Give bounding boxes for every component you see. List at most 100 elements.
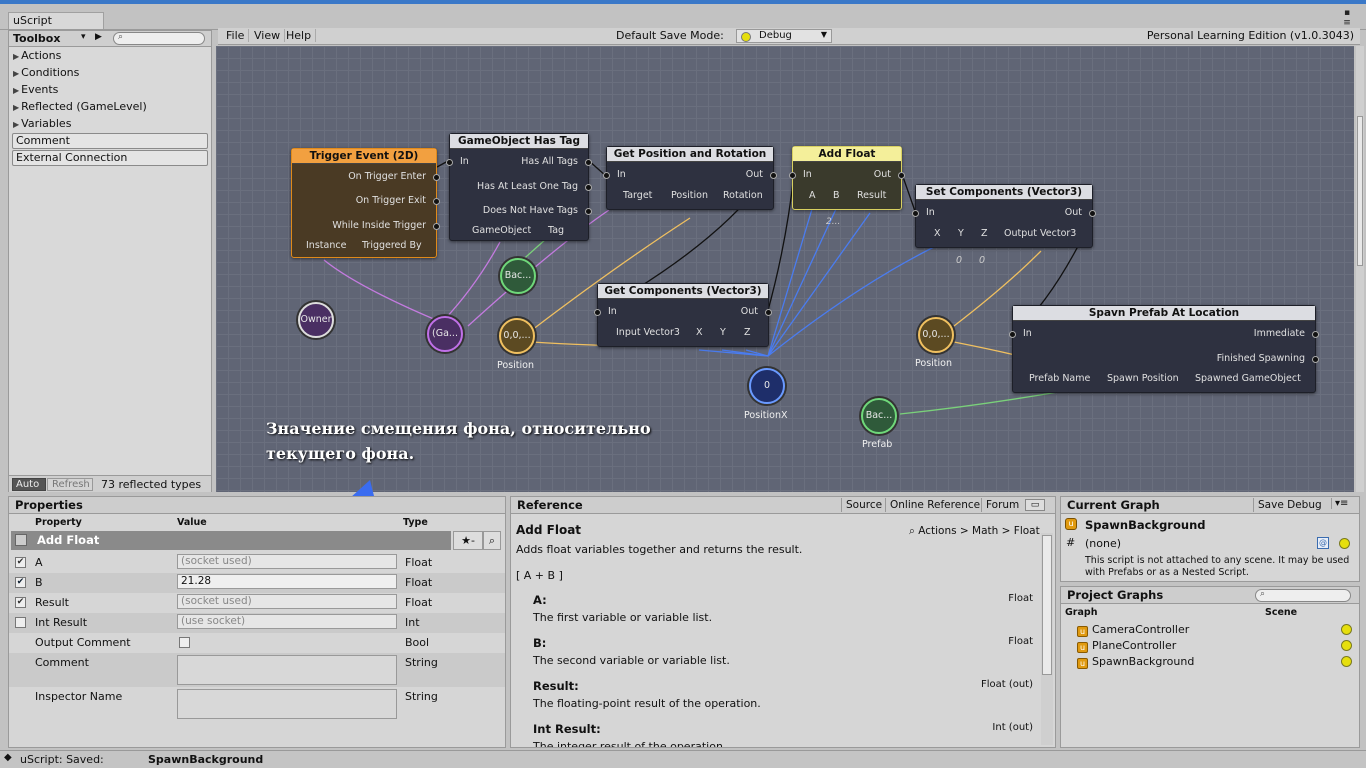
canvas-scrollbar[interactable] bbox=[1356, 46, 1364, 492]
output-socket[interactable] bbox=[433, 174, 440, 181]
comment-button[interactable]: Comment bbox=[12, 133, 208, 149]
input-socket[interactable] bbox=[446, 159, 453, 166]
save-mode-select[interactable]: Debug ▼ bbox=[736, 29, 832, 43]
inspector-name-input[interactable] bbox=[177, 689, 397, 719]
section-body: The floating-point result of the operati… bbox=[533, 697, 761, 710]
socket-label: Output Vector3 bbox=[1004, 228, 1077, 239]
socket-label: Out bbox=[873, 169, 891, 180]
property-checkbox[interactable] bbox=[15, 617, 26, 628]
input-socket[interactable] bbox=[594, 309, 601, 316]
output-socket[interactable] bbox=[1312, 356, 1319, 363]
property-checkbox[interactable]: ✔ bbox=[15, 577, 26, 588]
property-checkbox[interactable]: ✔ bbox=[15, 597, 26, 608]
tree-item-conditions[interactable]: ▶ Conditions bbox=[13, 66, 79, 82]
socket-label: Result bbox=[857, 190, 887, 201]
set-y-default: 0 bbox=[956, 255, 963, 266]
output-socket[interactable] bbox=[1312, 331, 1319, 338]
project-graphs-search-input[interactable]: ⌕ bbox=[1255, 589, 1351, 602]
input-socket[interactable] bbox=[912, 210, 919, 217]
section-heading: Int Result: bbox=[533, 722, 601, 736]
external-connection-button[interactable]: External Connection bbox=[12, 150, 208, 166]
col-value: Value bbox=[177, 517, 207, 528]
node-gameobject-has-tag[interactable]: GameObject Has Tag In Has All Tags Has A… bbox=[446, 133, 592, 241]
scrollbar-thumb[interactable] bbox=[1042, 535, 1052, 675]
save-debug-button[interactable]: Save Debug bbox=[1253, 498, 1326, 512]
menu-view[interactable]: View bbox=[250, 29, 286, 42]
output-socket[interactable] bbox=[770, 172, 777, 179]
output-comment-checkbox[interactable] bbox=[179, 637, 190, 648]
property-checkbox[interactable]: ✔ bbox=[15, 557, 26, 568]
input-socket[interactable] bbox=[1009, 331, 1016, 338]
refresh-button[interactable]: Refresh bbox=[47, 478, 93, 491]
tree-item-actions[interactable]: ▶ Actions bbox=[13, 49, 61, 65]
group-checkbox[interactable] bbox=[15, 534, 27, 546]
node-spawn-prefab-at-location[interactable]: Spavn Prefab At Location In Immediate Fi… bbox=[1009, 305, 1319, 393]
socket-label: In bbox=[460, 156, 469, 167]
keyboard-icon[interactable]: ▭ bbox=[1025, 499, 1045, 511]
graph-item-spawn-background[interactable]: u SpawnBackground bbox=[1077, 655, 1194, 671]
variable-background[interactable]: Bac... bbox=[500, 258, 536, 294]
output-socket[interactable] bbox=[433, 198, 440, 205]
node-set-components-vector3[interactable]: Set Components (Vector3) In Out X Y Z Ou… bbox=[912, 184, 1096, 248]
property-value[interactable]: (socket used) bbox=[177, 594, 397, 609]
socket-label: Position bbox=[671, 190, 708, 201]
group-header-add-float[interactable]: Add Float bbox=[11, 531, 451, 550]
comment-textarea[interactable] bbox=[177, 655, 397, 685]
socket-label: Prefab Name bbox=[1029, 373, 1091, 384]
scrollbar-thumb[interactable] bbox=[1357, 116, 1363, 266]
favorite-icon[interactable]: ★- bbox=[453, 531, 483, 550]
panel-menu-icon[interactable]: ▾≡ bbox=[1331, 498, 1348, 509]
uscript-graph-icon: u bbox=[1077, 642, 1088, 653]
tab-source[interactable]: Source bbox=[841, 498, 886, 512]
property-row-inspector-name: Inspector Name String bbox=[9, 687, 505, 721]
tree-item-reflected[interactable]: ▶ Reflected (GameLevel) bbox=[13, 100, 147, 116]
variable-prefab[interactable]: Bac... bbox=[861, 398, 897, 434]
output-socket[interactable] bbox=[765, 309, 772, 316]
col-property: Property bbox=[35, 517, 82, 528]
socket-label: Triggered By bbox=[362, 240, 422, 251]
output-socket[interactable] bbox=[585, 159, 592, 166]
tree-item-variables[interactable]: ▶ Variables bbox=[13, 117, 71, 133]
output-socket[interactable] bbox=[1089, 210, 1096, 217]
toolbox-search-input[interactable]: ⌕ bbox=[113, 32, 205, 45]
output-socket[interactable] bbox=[898, 172, 905, 179]
tab-online-reference[interactable]: Online Reference bbox=[885, 498, 984, 512]
variable-gameobject[interactable]: (Ga... bbox=[427, 316, 463, 352]
input-socket[interactable] bbox=[789, 172, 796, 179]
variable-position-1[interactable]: 0,0,... bbox=[499, 318, 535, 354]
property-row-comment: Comment String bbox=[9, 653, 505, 687]
menu-file[interactable]: File bbox=[222, 29, 250, 42]
property-value[interactable]: (socket used) bbox=[177, 554, 397, 569]
ping-scene-icon[interactable]: @ bbox=[1317, 537, 1329, 549]
output-socket[interactable] bbox=[585, 184, 592, 191]
window-menu-icon[interactable]: ▪ ≡ bbox=[1340, 8, 1354, 28]
node-get-position-and-rotation[interactable]: Get Position and Rotation In Out Target … bbox=[603, 146, 777, 210]
variable-position-2[interactable]: 0,0,... bbox=[918, 317, 954, 353]
graph-item-plane-controller[interactable]: u PlaneController bbox=[1077, 639, 1176, 655]
play-icon[interactable]: ▶ bbox=[95, 32, 102, 42]
variable-owner[interactable]: Owner bbox=[298, 302, 334, 338]
window-tab[interactable]: uScript bbox=[8, 12, 104, 29]
property-value[interactable]: 21.28 bbox=[177, 574, 397, 589]
property-name: Inspector Name bbox=[35, 690, 123, 703]
status-file: SpawnBackground bbox=[148, 753, 264, 766]
auto-button[interactable]: Auto bbox=[12, 478, 46, 491]
menu-help[interactable]: Help bbox=[282, 29, 317, 42]
toolbox-dropdown-icon[interactable]: ▾ bbox=[81, 32, 86, 42]
current-graph-scene: (none) bbox=[1085, 537, 1122, 550]
input-socket[interactable] bbox=[603, 172, 610, 179]
search-icon[interactable]: ⌕ bbox=[483, 531, 501, 550]
current-graph-header: Current Graph Save Debug ▾≡ bbox=[1061, 497, 1359, 514]
output-socket[interactable] bbox=[585, 208, 592, 215]
output-socket[interactable] bbox=[433, 223, 440, 230]
graph-item-camera-controller[interactable]: u CameraController bbox=[1077, 623, 1189, 639]
tree-item-events[interactable]: ▶ Events bbox=[13, 83, 58, 99]
reference-scrollbar[interactable] bbox=[1041, 533, 1053, 745]
property-value[interactable]: (use socket) bbox=[177, 614, 397, 629]
tab-forum[interactable]: Forum bbox=[981, 498, 1023, 512]
node-add-float[interactable]: Add Float In Out A B Result bbox=[789, 146, 905, 210]
node-get-components-vector3[interactable]: Get Components (Vector3) In Out Input Ve… bbox=[594, 283, 772, 347]
node-trigger-event-2d[interactable]: Trigger Event (2D) On Trigger Enter On T… bbox=[291, 148, 440, 258]
reference-section-a: A: Float The first variable or variable l… bbox=[533, 593, 1033, 624]
variable-position-x[interactable]: 0 bbox=[749, 368, 785, 404]
